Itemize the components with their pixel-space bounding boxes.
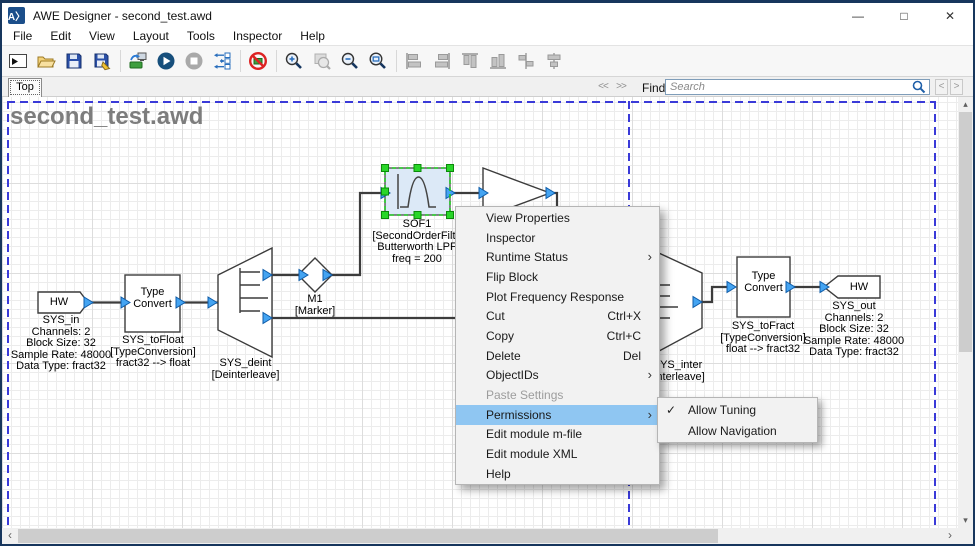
window-controls: — □ ✕	[835, 3, 973, 28]
align-center-horizontal-icon[interactable]	[514, 49, 538, 73]
menu-item-view-properties[interactable]: View Properties	[456, 208, 659, 228]
zoom-fit-icon[interactable]	[366, 49, 390, 73]
save-as-icon[interactable]	[90, 49, 114, 73]
vertical-scroll-thumb[interactable]	[959, 112, 972, 352]
context-menu: View Properties Inspector Runtime Status…	[455, 206, 660, 485]
shortcut-label: Del	[623, 349, 641, 363]
align-center-vertical-icon[interactable]	[542, 49, 566, 73]
menu-layout[interactable]: Layout	[124, 28, 178, 45]
awe-designer-window: A〉 AWE Designer - second_test.awd — □ ✕ …	[0, 0, 975, 546]
find-next-button[interactable]: >	[950, 79, 963, 95]
align-top-icon[interactable]	[458, 49, 482, 73]
vertical-scrollbar[interactable]: ▴ ▾	[958, 97, 973, 528]
submenu-arrow-icon: ›	[648, 370, 652, 380]
menu-item-inspector[interactable]: Inspector	[456, 228, 659, 248]
zoom-in-icon[interactable]	[282, 49, 306, 73]
block-sys-deint[interactable]	[218, 248, 272, 357]
checkmark-icon: ✓	[666, 403, 676, 417]
menu-item-permissions[interactable]: Permissions›	[456, 405, 659, 425]
block-sof1[interactable]	[385, 168, 450, 215]
sys-tofract-label: Type Convert	[737, 270, 790, 294]
horizontal-scrollbar[interactable]: ‹ ›	[2, 528, 958, 544]
shortcut-label: Ctrl+X	[607, 309, 641, 323]
menu-item-help[interactable]: Help	[456, 464, 659, 484]
scroll-up-icon[interactable]: ▴	[958, 99, 973, 110]
menu-item-edit-module-m-file[interactable]: Edit module m-file	[456, 425, 659, 445]
connect-target-icon[interactable]	[126, 49, 150, 73]
search-box	[665, 79, 930, 95]
menu-view[interactable]: View	[80, 28, 124, 45]
window-frame-top	[0, 0, 975, 3]
stop-icon[interactable]	[182, 49, 206, 73]
align-left-icon[interactable]	[402, 49, 426, 73]
minimize-button[interactable]: —	[835, 3, 881, 28]
sys-tofloat-label: Type Convert	[125, 286, 180, 310]
sys-out-caption: SYS_out Channels: 2 Block Size: 32 Sampl…	[790, 301, 918, 359]
play-icon[interactable]	[154, 49, 178, 73]
menu-item-flip-block[interactable]: Flip Block	[456, 267, 659, 287]
menu-tools[interactable]: Tools	[178, 28, 224, 45]
search-icon	[912, 80, 926, 94]
find-next-all-button[interactable]: >>	[613, 80, 629, 94]
scroll-down-icon[interactable]: ▾	[958, 515, 973, 526]
menu-bar: File Edit View Layout Tools Inspector He…	[2, 28, 973, 46]
maximize-button[interactable]: □	[881, 3, 927, 28]
scroll-right-icon[interactable]: ›	[944, 529, 956, 542]
menu-item-paste-settings: Paste Settings	[456, 385, 659, 405]
close-button[interactable]: ✕	[927, 3, 973, 28]
sys-out-label: HW	[838, 276, 880, 298]
sys-deint-caption: SYS_deint [Deinterleave]	[188, 358, 303, 381]
open-folder-icon[interactable]	[34, 49, 58, 73]
menu-item-copy[interactable]: CopyCtrl+C	[456, 326, 659, 346]
submenu-arrow-icon: ›	[648, 410, 652, 420]
menu-item-objectids[interactable]: ObjectIDs›	[456, 366, 659, 386]
sys-in-label: HW	[38, 292, 80, 313]
align-bottom-icon[interactable]	[486, 49, 510, 73]
menu-item-edit-module-xml[interactable]: Edit module XML	[456, 444, 659, 464]
tab-bar: Top << >> Find: < >	[2, 77, 973, 97]
tab-top[interactable]: Top	[8, 78, 42, 97]
app-icon: A〉	[8, 7, 25, 24]
toolbar	[2, 46, 973, 77]
scroll-left-icon[interactable]: ‹	[4, 529, 16, 542]
menu-item-cut[interactable]: CutCtrl+X	[456, 306, 659, 326]
search-input[interactable]	[666, 81, 912, 93]
window-frame-left	[0, 0, 2, 546]
align-right-icon[interactable]	[430, 49, 454, 73]
permissions-submenu: ✓Allow Tuning Allow Navigation	[657, 397, 818, 443]
zoom-out-icon[interactable]	[338, 49, 362, 73]
propagate-changes-icon[interactable]	[210, 49, 234, 73]
find-prev-button[interactable]: <	[935, 79, 948, 95]
menu-inspector[interactable]: Inspector	[224, 28, 291, 45]
horizontal-scroll-thumb[interactable]	[18, 529, 718, 543]
menu-file[interactable]: File	[4, 28, 41, 45]
zoom-selection-icon[interactable]	[310, 49, 334, 73]
m1-caption: M1 [Marker]	[277, 294, 353, 317]
menu-item-plot-frequency-response[interactable]: Plot Frequency Response	[456, 287, 659, 307]
menu-edit[interactable]: Edit	[41, 28, 80, 45]
halt-icon[interactable]	[246, 49, 270, 73]
title-bar: A〉 AWE Designer - second_test.awd — □ ✕	[2, 3, 973, 28]
submenu-item-allow-tuning[interactable]: ✓Allow Tuning	[658, 399, 817, 420]
menu-help[interactable]: Help	[291, 28, 334, 45]
save-icon[interactable]	[62, 49, 86, 73]
scrollbar-corner	[958, 528, 973, 544]
find-prev-all-button[interactable]: <<	[595, 80, 611, 94]
shortcut-label: Ctrl+C	[607, 329, 641, 343]
new-design-icon[interactable]	[6, 49, 30, 73]
window-title: AWE Designer - second_test.awd	[33, 9, 212, 23]
menu-item-runtime-status[interactable]: Runtime Status›	[456, 247, 659, 267]
submenu-arrow-icon: ›	[648, 252, 652, 262]
menu-item-delete[interactable]: DeleteDel	[456, 346, 659, 366]
submenu-item-allow-navigation: Allow Navigation	[658, 420, 817, 441]
